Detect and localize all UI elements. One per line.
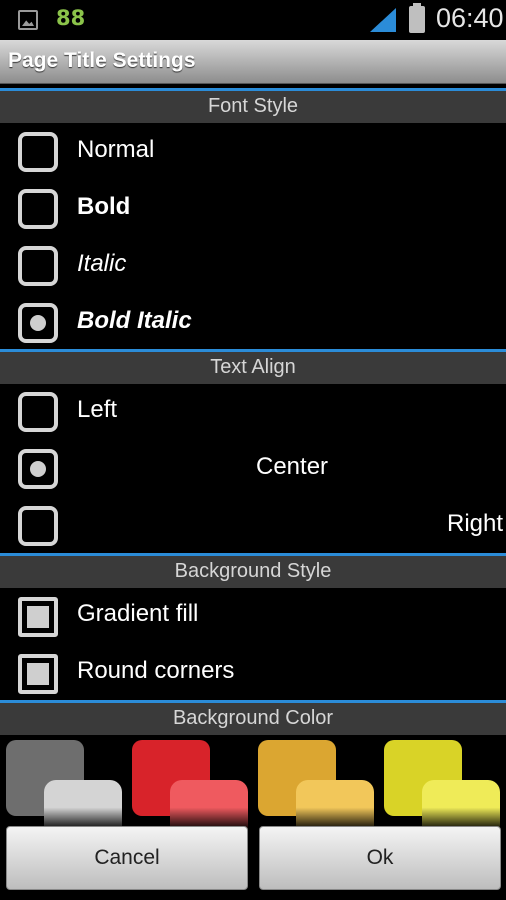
section-header-background-color: Background Color	[0, 700, 506, 735]
option-round-corners[interactable]: Round corners	[0, 645, 506, 702]
radio-box-selected[interactable]	[18, 449, 58, 489]
swatch-front	[422, 780, 500, 830]
radio-box-selected[interactable]	[18, 303, 58, 343]
radio-box[interactable]	[18, 189, 58, 229]
option-label: Normal	[77, 136, 155, 163]
page-title: Page Title Settings	[8, 49, 196, 72]
option-gradient-fill[interactable]: Gradient fill	[0, 588, 506, 645]
signal-icon	[370, 8, 396, 32]
option-label: Bold	[77, 193, 131, 220]
title-bar: Page Title Settings	[0, 40, 506, 84]
radio-box[interactable]	[18, 392, 58, 432]
section-title: Font Style	[207, 95, 299, 117]
checkbox-checked[interactable]	[18, 654, 58, 694]
option-align-right[interactable]: Right	[0, 498, 506, 555]
radio-box[interactable]	[18, 246, 58, 286]
ok-button[interactable]: Ok	[259, 826, 501, 890]
swatch-front	[296, 780, 374, 830]
option-label: Round corners	[77, 657, 235, 684]
radio-box[interactable]	[18, 506, 58, 546]
swatch-front	[44, 780, 122, 830]
checkbox-checked[interactable]	[18, 597, 58, 637]
option-label: Left	[77, 396, 118, 423]
status-bar: 88 06:40	[0, 0, 506, 40]
notification-count: 88	[56, 6, 86, 30]
section-title: Text Align	[210, 356, 296, 378]
option-label: Gradient fill	[77, 600, 199, 627]
option-align-center[interactable]: Center	[0, 441, 506, 498]
section-title: Background Color	[172, 707, 334, 729]
section-header-text-align: Text Align	[0, 349, 506, 384]
option-font-bold[interactable]: Bold	[0, 181, 506, 238]
swatch-yellow[interactable]	[384, 740, 502, 830]
option-label: Right	[447, 510, 504, 537]
cancel-button[interactable]: Cancel	[6, 826, 248, 890]
color-swatches	[0, 736, 506, 830]
option-font-bold-italic[interactable]: Bold Italic	[0, 295, 506, 352]
radio-box[interactable]	[18, 132, 58, 172]
swatch-red[interactable]	[132, 740, 250, 830]
swatch-gray[interactable]	[6, 740, 124, 830]
option-label: Bold Italic	[77, 307, 192, 334]
image-notification-icon	[18, 10, 38, 30]
section-header-background-style: Background Style	[0, 553, 506, 588]
clock: 06:40	[436, 3, 504, 33]
option-align-left[interactable]: Left	[0, 384, 506, 441]
section-title: Background Style	[174, 560, 332, 582]
option-label: Italic	[77, 250, 127, 277]
section-header-font-style: Font Style	[0, 88, 506, 123]
swatch-front	[170, 780, 248, 830]
option-font-italic[interactable]: Italic	[0, 238, 506, 295]
option-label: Center	[256, 453, 329, 480]
option-font-normal[interactable]: Normal	[0, 124, 506, 181]
swatch-orange[interactable]	[258, 740, 376, 830]
battery-icon	[409, 3, 425, 33]
